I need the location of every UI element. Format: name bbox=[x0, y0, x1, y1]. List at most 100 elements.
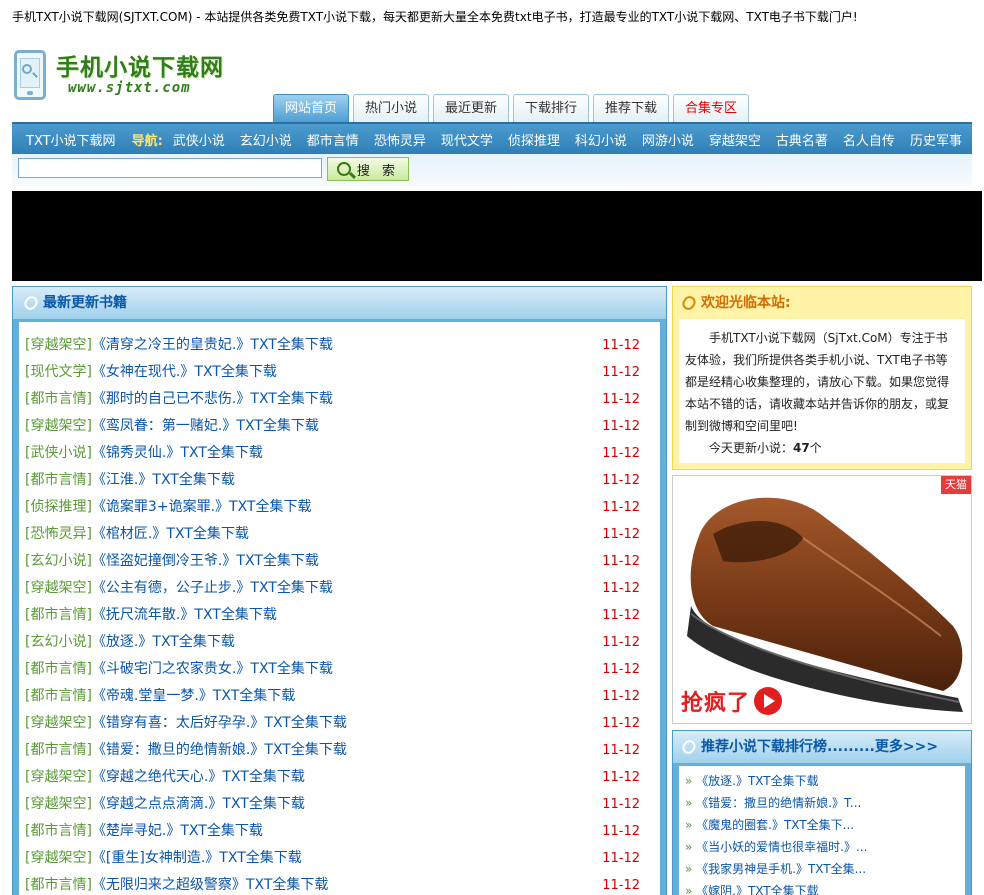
book-row[interactable]: [侦探推理]《诡案罪3+诡案罪.》TXT全集下载 11-12 bbox=[25, 494, 654, 521]
book-category[interactable]: [都市言情] bbox=[25, 472, 92, 488]
book-title[interactable]: 《那时的自己已不悲伤.》TXT全集下载 bbox=[92, 391, 333, 407]
nav-link-kongbu[interactable]: 恐怖灵异 bbox=[374, 130, 426, 149]
search-button[interactable]: 搜 索 bbox=[327, 157, 409, 181]
nav-link-gudian[interactable]: 古典名著 bbox=[776, 130, 828, 149]
shoe-ad[interactable]: 天猫 抢疯了 bbox=[672, 475, 972, 724]
nav-link-kehuan[interactable]: 科幻小说 bbox=[575, 130, 627, 149]
ranking-item-title[interactable]: 《错爱：撒旦的绝情新娘.》T... bbox=[696, 796, 861, 810]
book-link[interactable]: [穿越架空]《[重生]女神制造.》TXT全集下载 bbox=[25, 845, 302, 872]
ranking-item-title[interactable]: 《我家男神是手机.》TXT全集... bbox=[696, 862, 866, 876]
tab-hot[interactable]: 热门小说 bbox=[353, 94, 429, 122]
book-title[interactable]: 《穿越之点点滴滴.》TXT全集下载 bbox=[92, 796, 305, 812]
book-link[interactable]: [都市言情]《抚尺流年散.》TXT全集下载 bbox=[25, 602, 277, 629]
book-title[interactable]: 《穿越之绝代天心.》TXT全集下载 bbox=[92, 769, 305, 785]
book-row[interactable]: [都市言情]《那时的自己已不悲伤.》TXT全集下载 11-12 bbox=[25, 386, 654, 413]
book-title[interactable]: 《女神在现代.》TXT全集下载 bbox=[92, 364, 277, 380]
tab-recent[interactable]: 最近更新 bbox=[433, 94, 509, 122]
book-row[interactable]: [穿越架空]《公主有德，公子止步.》TXT全集下载 11-12 bbox=[25, 575, 654, 602]
book-category[interactable]: [穿越架空] bbox=[25, 850, 92, 866]
book-row[interactable]: [现代文学]《女神在现代.》TXT全集下载 11-12 bbox=[25, 359, 654, 386]
book-title[interactable]: 《错爱：撒旦的绝情新娘.》TXT全集下载 bbox=[92, 742, 347, 758]
book-row[interactable]: [穿越架空]《清穿之冷王的皇贵妃.》TXT全集下载 11-12 bbox=[25, 332, 654, 359]
book-link[interactable]: [穿越架空]《穿越之绝代天心.》TXT全集下载 bbox=[25, 764, 305, 791]
tab-collection[interactable]: 合集专区 bbox=[673, 94, 749, 122]
nav-link-dushi[interactable]: 都市言情 bbox=[307, 130, 359, 149]
book-category[interactable]: [都市言情] bbox=[25, 688, 92, 704]
book-row[interactable]: [穿越架空]《穿越之点点滴滴.》TXT全集下载 11-12 bbox=[25, 791, 654, 818]
book-category[interactable]: [恐怖灵异] bbox=[25, 526, 92, 542]
book-category[interactable]: [现代文学] bbox=[25, 364, 92, 380]
book-category[interactable]: [都市言情] bbox=[25, 607, 92, 623]
book-category[interactable]: [都市言情] bbox=[25, 742, 92, 758]
book-title[interactable]: 《无限归来之超级警察》TXT全集下载 bbox=[92, 877, 328, 893]
book-category[interactable]: [穿越架空] bbox=[25, 418, 92, 434]
book-category[interactable]: [穿越架空] bbox=[25, 769, 92, 785]
ranking-item-title[interactable]: 《魔鬼的圈套.》TXT全集下... bbox=[696, 818, 854, 832]
book-category[interactable]: [穿越架空] bbox=[25, 796, 92, 812]
book-title[interactable]: 《公主有德，公子止步.》TXT全集下载 bbox=[92, 580, 333, 596]
book-row[interactable]: [都市言情]《抚尺流年散.》TXT全集下载 11-12 bbox=[25, 602, 654, 629]
book-row[interactable]: [都市言情]《帝魂.堂皇一梦.》TXT全集下载 11-12 bbox=[25, 683, 654, 710]
book-title[interactable]: 《怪盗妃撞倒冷王爷.》TXT全集下载 bbox=[92, 553, 319, 569]
book-category[interactable]: [侦探推理] bbox=[25, 499, 92, 515]
book-category[interactable]: [穿越架空] bbox=[25, 715, 92, 731]
tab-recommended[interactable]: 推荐下载 bbox=[593, 94, 669, 122]
book-link[interactable]: [都市言情]《无限归来之超级警察》TXT全集下载 bbox=[25, 872, 328, 895]
ranking-item[interactable]: » 《嫁阴.》TXT全集下载 bbox=[685, 880, 959, 895]
banner-ad-area[interactable] bbox=[12, 191, 982, 281]
nav-link-wuxia[interactable]: 武侠小说 bbox=[173, 130, 225, 149]
book-row[interactable]: [穿越架空]《穿越之绝代天心.》TXT全集下载 11-12 bbox=[25, 764, 654, 791]
site-logo[interactable]: 手机小说下载网 www.sjtxt.com bbox=[12, 48, 242, 104]
book-link[interactable]: [都市言情]《楚岸寻妃.》TXT全集下载 bbox=[25, 818, 263, 845]
book-title[interactable]: 《错穿有喜：太后好孕孕.》TXT全集下载 bbox=[92, 715, 347, 731]
tab-home[interactable]: 网站首页 bbox=[273, 94, 349, 122]
book-link[interactable]: [侦探推理]《诡案罪3+诡案罪.》TXT全集下载 bbox=[25, 494, 311, 521]
book-link[interactable]: [现代文学]《女神在现代.》TXT全集下载 bbox=[25, 359, 277, 386]
nav-link-lishi[interactable]: 历史军事 bbox=[910, 130, 962, 149]
book-row[interactable]: [穿越架空]《错穿有喜：太后好孕孕.》TXT全集下载 11-12 bbox=[25, 710, 654, 737]
book-title[interactable]: 《楚岸寻妃.》TXT全集下载 bbox=[92, 823, 263, 839]
book-title[interactable]: 《放逐.》TXT全集下载 bbox=[92, 634, 235, 650]
book-category[interactable]: [都市言情] bbox=[25, 877, 92, 893]
ranking-item-title[interactable]: 《当小妖的爱情也很幸福时.》... bbox=[696, 840, 867, 854]
book-link[interactable]: [穿越架空]《公主有德，公子止步.》TXT全集下载 bbox=[25, 575, 333, 602]
nav-link-xuanhuan[interactable]: 玄幻小说 bbox=[240, 130, 292, 149]
book-title[interactable]: 《斗破宅门之农家贵女.》TXT全集下载 bbox=[92, 661, 333, 677]
ranking-title[interactable]: 推荐小说下载排行榜.........更多>>> bbox=[673, 731, 971, 763]
search-input[interactable] bbox=[18, 158, 322, 178]
book-title[interactable]: 《清穿之冷王的皇贵妃.》TXT全集下载 bbox=[92, 337, 333, 353]
book-row[interactable]: [玄幻小说]《怪盗妃撞倒冷王爷.》TXT全集下载 11-12 bbox=[25, 548, 654, 575]
nav-site-link[interactable]: TXT小说下载网 bbox=[26, 130, 116, 149]
book-title[interactable]: 《诡案罪3+诡案罪.》TXT全集下载 bbox=[92, 499, 312, 515]
book-link[interactable]: [穿越架空]《鸾凤眷：第一赌妃.》TXT全集下载 bbox=[25, 413, 319, 440]
book-link[interactable]: [都市言情]《斗破宅门之农家贵女.》TXT全集下载 bbox=[25, 656, 333, 683]
book-link[interactable]: [都市言情]《帝魂.堂皇一梦.》TXT全集下载 bbox=[25, 683, 295, 710]
book-category[interactable]: [玄幻小说] bbox=[25, 553, 92, 569]
book-row[interactable]: [都市言情]《江淮.》TXT全集下载 11-12 bbox=[25, 467, 654, 494]
book-link[interactable]: [穿越架空]《错穿有喜：太后好孕孕.》TXT全集下载 bbox=[25, 710, 347, 737]
book-title[interactable]: 《棺材匠.》TXT全集下载 bbox=[92, 526, 249, 542]
book-category[interactable]: [都市言情] bbox=[25, 391, 92, 407]
book-row[interactable]: [都市言情]《斗破宅门之农家贵女.》TXT全集下载 11-12 bbox=[25, 656, 654, 683]
book-link[interactable]: [都市言情]《错爱：撒旦的绝情新娘.》TXT全集下载 bbox=[25, 737, 347, 764]
book-title[interactable]: 《江淮.》TXT全集下载 bbox=[92, 472, 235, 488]
nav-link-xiandai[interactable]: 现代文学 bbox=[441, 130, 493, 149]
book-category[interactable]: [穿越架空] bbox=[25, 580, 92, 596]
book-row[interactable]: [都市言情]《错爱：撒旦的绝情新娘.》TXT全集下载 11-12 bbox=[25, 737, 654, 764]
book-title[interactable]: 《帝魂.堂皇一梦.》TXT全集下载 bbox=[92, 688, 295, 704]
nav-link-mingren[interactable]: 名人自传 bbox=[843, 130, 895, 149]
book-category[interactable]: [都市言情] bbox=[25, 661, 92, 677]
ranking-item[interactable]: » 《错爱：撒旦的绝情新娘.》T... bbox=[685, 792, 959, 814]
ranking-item[interactable]: » 《我家男神是手机.》TXT全集... bbox=[685, 858, 959, 880]
book-link[interactable]: [都市言情]《江淮.》TXT全集下载 bbox=[25, 467, 235, 494]
book-link[interactable]: [都市言情]《那时的自己已不悲伤.》TXT全集下载 bbox=[25, 386, 333, 413]
book-link[interactable]: [穿越架空]《穿越之点点滴滴.》TXT全集下载 bbox=[25, 791, 305, 818]
book-title[interactable]: 《鸾凤眷：第一赌妃.》TXT全集下载 bbox=[92, 418, 319, 434]
ranking-item[interactable]: » 《当小妖的爱情也很幸福时.》... bbox=[685, 836, 959, 858]
book-title[interactable]: 《[重生]女神制造.》TXT全集下载 bbox=[92, 850, 302, 866]
book-category[interactable]: [穿越架空] bbox=[25, 337, 92, 353]
book-link[interactable]: [武侠小说]《锦秀灵仙.》TXT全集下载 bbox=[25, 440, 263, 467]
book-link[interactable]: [玄幻小说]《怪盗妃撞倒冷王爷.》TXT全集下载 bbox=[25, 548, 319, 575]
book-category[interactable]: [玄幻小说] bbox=[25, 634, 92, 650]
book-row[interactable]: [恐怖灵异]《棺材匠.》TXT全集下载 11-12 bbox=[25, 521, 654, 548]
